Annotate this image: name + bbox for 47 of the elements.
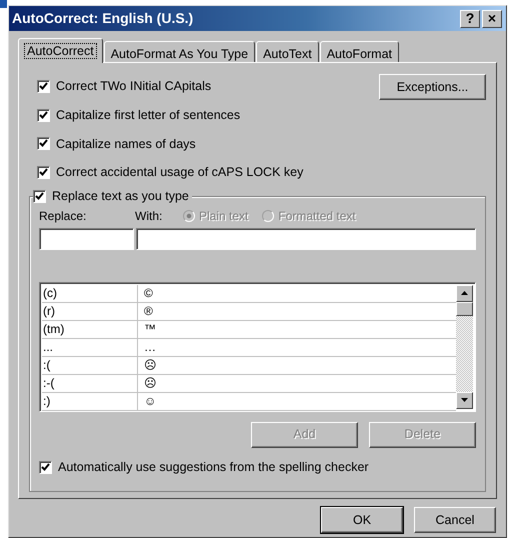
checkbox[interactable] bbox=[39, 460, 52, 474]
with-field[interactable] bbox=[136, 228, 476, 250]
table-cell: :-( bbox=[42, 374, 138, 392]
dialog-button[interactable]: OK bbox=[321, 507, 403, 533]
checkbox[interactable] bbox=[33, 190, 46, 203]
close-button[interactable]: × bbox=[482, 10, 502, 28]
table-cell-text: … bbox=[143, 338, 156, 356]
table-cell-text: ☹ bbox=[143, 356, 157, 374]
table-cell-text: ☺ bbox=[143, 392, 156, 410]
replace-label: Replace: bbox=[39, 208, 88, 225]
scroll-up-icon[interactable] bbox=[456, 284, 473, 302]
scroll-down-icon[interactable] bbox=[456, 392, 473, 409]
window-title: AutoCorrect: English (U.S.) bbox=[12, 9, 194, 28]
tab[interactable]: AutoFormat As You Type bbox=[104, 41, 256, 63]
checkbox[interactable] bbox=[37, 80, 50, 93]
tab[interactable]: AutoText bbox=[256, 41, 319, 63]
replace-field[interactable] bbox=[39, 228, 134, 250]
table-cell: (c) bbox=[42, 284, 138, 302]
table-cell: :( bbox=[42, 356, 138, 374]
table-cell: (r) bbox=[42, 302, 138, 320]
corner-mark bbox=[0, 0, 7, 8]
table-cell-text: ® bbox=[143, 302, 153, 320]
scrollbar[interactable] bbox=[456, 284, 473, 409]
dialog-button[interactable]: Cancel bbox=[414, 507, 496, 533]
table-cell-text: ☹ bbox=[143, 374, 157, 392]
radio-label: Plain text bbox=[199, 208, 248, 225]
checkbox[interactable] bbox=[37, 108, 50, 122]
help-button[interactable]: ? bbox=[460, 10, 480, 28]
tab[interactable]: AutoCorrect bbox=[18, 38, 103, 63]
checkbox-label: Capitalize names of days bbox=[56, 136, 196, 153]
checkbox-label: Correct accidental usage of cAPS LOCK key bbox=[56, 164, 304, 182]
checkbox-label: Correct TWo INitial CApitals bbox=[56, 78, 212, 95]
table-cell-text: ™ bbox=[143, 320, 156, 338]
checkbox-label: Capitalize first letter of sentences bbox=[56, 106, 240, 124]
checkbox-label: Automatically use suggestions from the spelling checker bbox=[58, 458, 369, 476]
table-cell: ... bbox=[42, 338, 138, 356]
tab[interactable]: AutoFormat bbox=[320, 41, 400, 63]
checkbox-label: Replace text as you type bbox=[52, 188, 189, 205]
radio-label: Formatted text bbox=[278, 208, 356, 225]
table-cell-text: © bbox=[143, 284, 153, 302]
table-cell: (tm) bbox=[42, 320, 138, 338]
checkbox[interactable] bbox=[37, 137, 50, 150]
exceptions-button[interactable]: Exceptions... bbox=[379, 74, 486, 100]
with-label: With: bbox=[135, 208, 164, 225]
table-cell: :) bbox=[42, 392, 138, 410]
checkbox[interactable] bbox=[37, 166, 50, 180]
scroll-thumb[interactable] bbox=[456, 302, 473, 316]
